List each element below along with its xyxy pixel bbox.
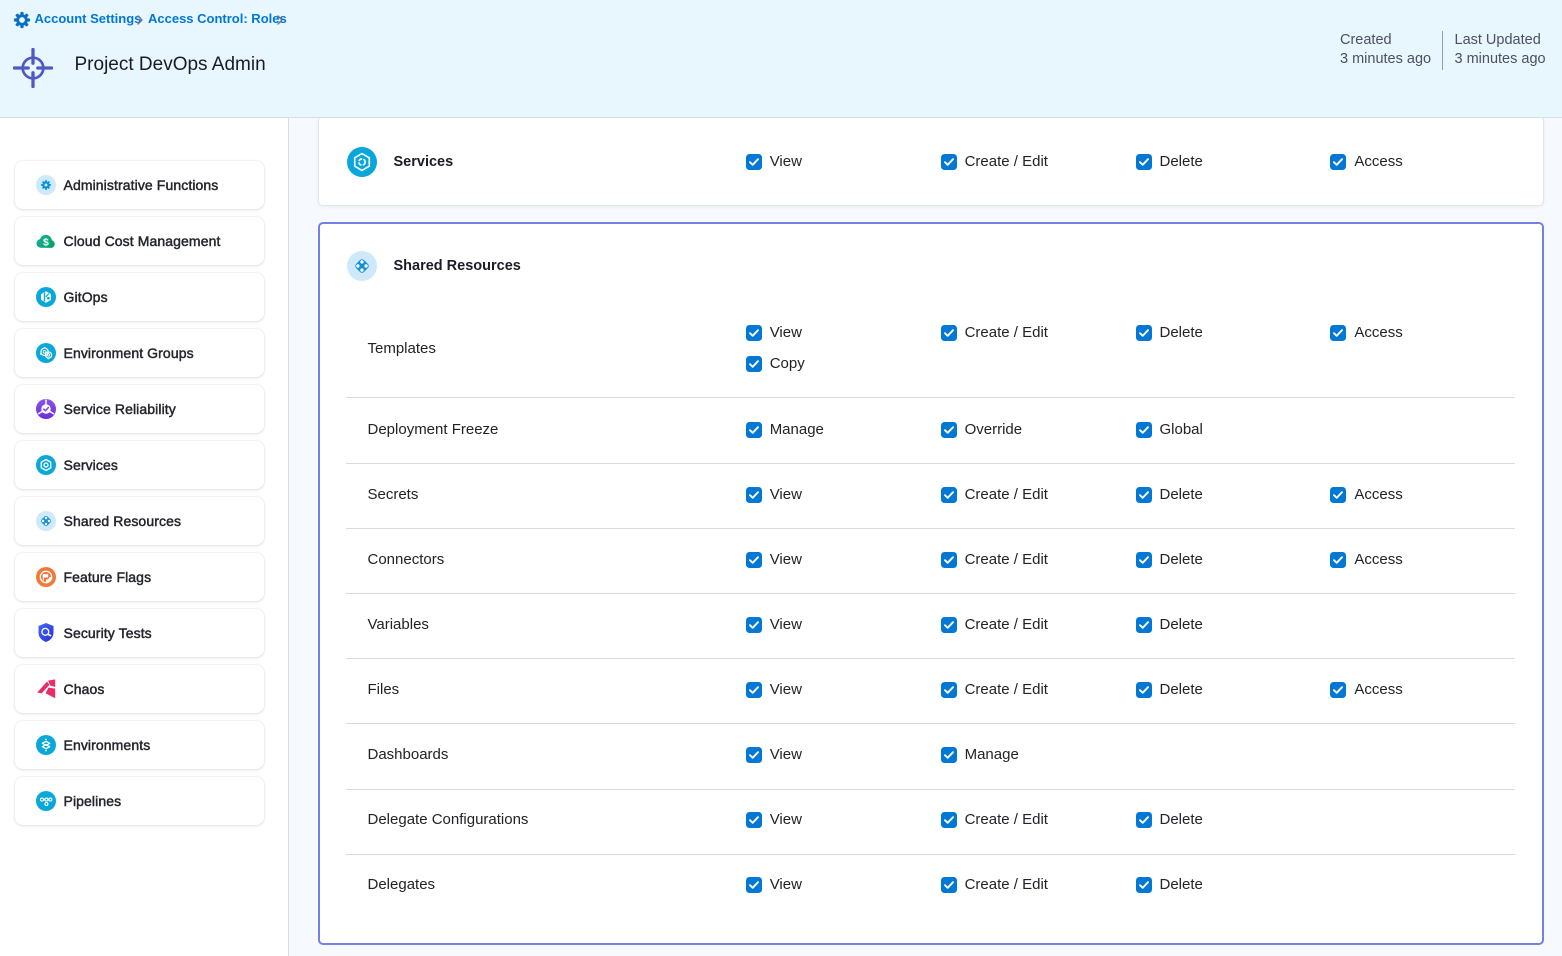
- svg-text:$: $: [43, 236, 49, 248]
